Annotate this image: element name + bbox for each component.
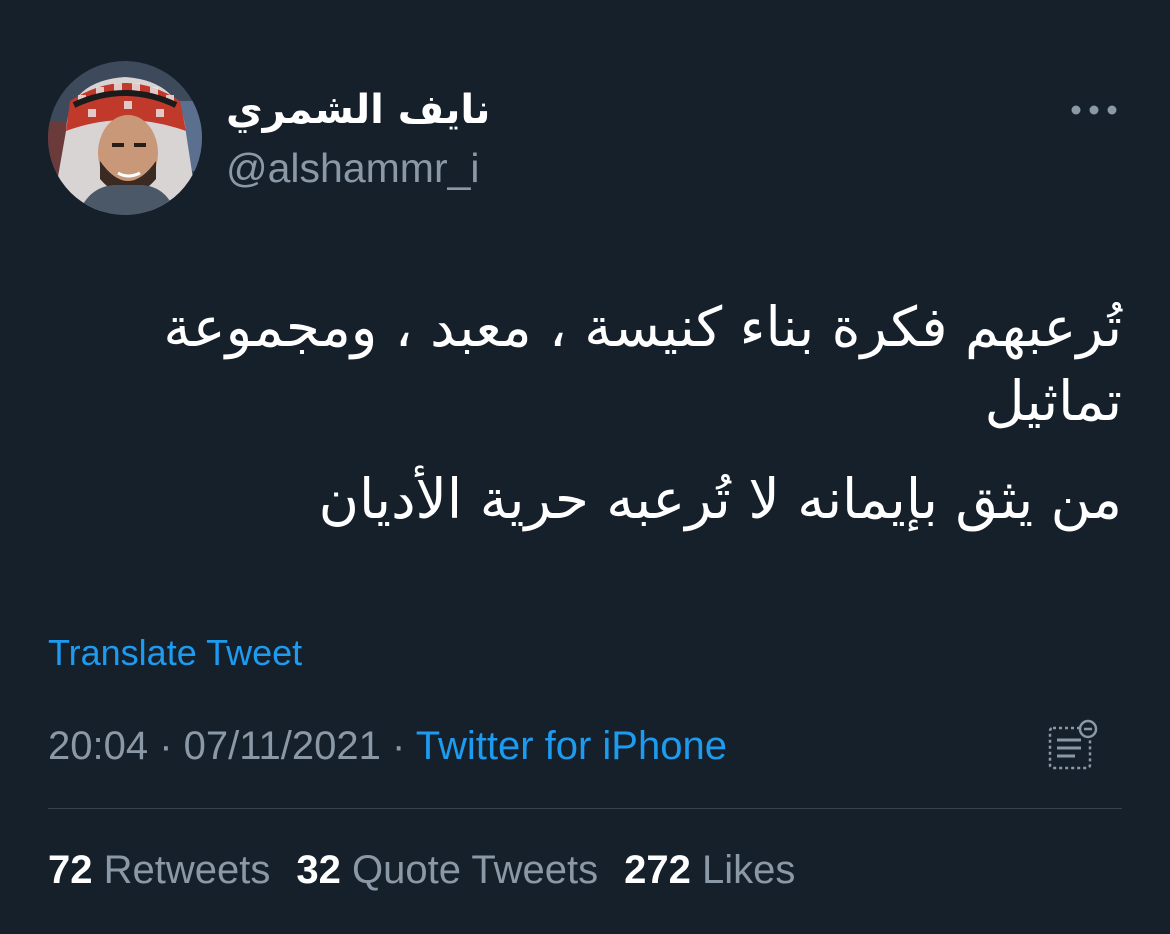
avatar-image <box>48 61 202 215</box>
retweets-count: 72 <box>48 848 93 892</box>
divider <box>48 808 1122 809</box>
quote-tweets-label: Quote Tweets <box>352 848 599 892</box>
analytics-icon[interactable] <box>1044 718 1102 776</box>
tweet-text: تُرعبهم فكرة بناء كنيسة ، معبد ، ومجموعة… <box>48 290 1122 536</box>
author-handle[interactable]: @alshammr_i <box>226 144 480 192</box>
tweet-time[interactable]: 20:04 <box>48 724 148 768</box>
quote-tweets-count: 32 <box>296 848 341 892</box>
tweet-text-line-2: من يثق بإيمانه لا تُرعبه حرية الأديان <box>318 467 1122 531</box>
meta-separator: · <box>380 724 416 768</box>
retweets-stat[interactable]: 72 Retweets <box>48 848 270 892</box>
tweet-text-line-1: تُرعبهم فكرة بناء كنيسة ، معبد ، ومجموعة… <box>163 295 1122 433</box>
tweet-meta: 20:04 · 07/11/2021 · Twitter for iPhone <box>48 720 727 772</box>
more-horizontal-icon[interactable] <box>1066 95 1122 125</box>
translate-tweet-link[interactable]: Translate Tweet <box>48 630 302 676</box>
retweets-label: Retweets <box>103 848 271 892</box>
engagement-stats: 72 Retweets 32 Quote Tweets 272 Likes <box>48 844 795 896</box>
author-display-name[interactable]: نايف الشمري <box>226 84 490 136</box>
meta-separator: · <box>148 724 184 768</box>
likes-count: 272 <box>624 848 691 892</box>
likes-label: Likes <box>701 848 796 892</box>
tweet-source-link[interactable]: Twitter for iPhone <box>416 724 727 768</box>
quote-tweets-stat[interactable]: 32 Quote Tweets <box>296 848 598 892</box>
tweet-date[interactable]: 07/11/2021 <box>184 724 381 768</box>
likes-stat[interactable]: 272 Likes <box>624 848 795 892</box>
avatar[interactable] <box>48 61 202 215</box>
